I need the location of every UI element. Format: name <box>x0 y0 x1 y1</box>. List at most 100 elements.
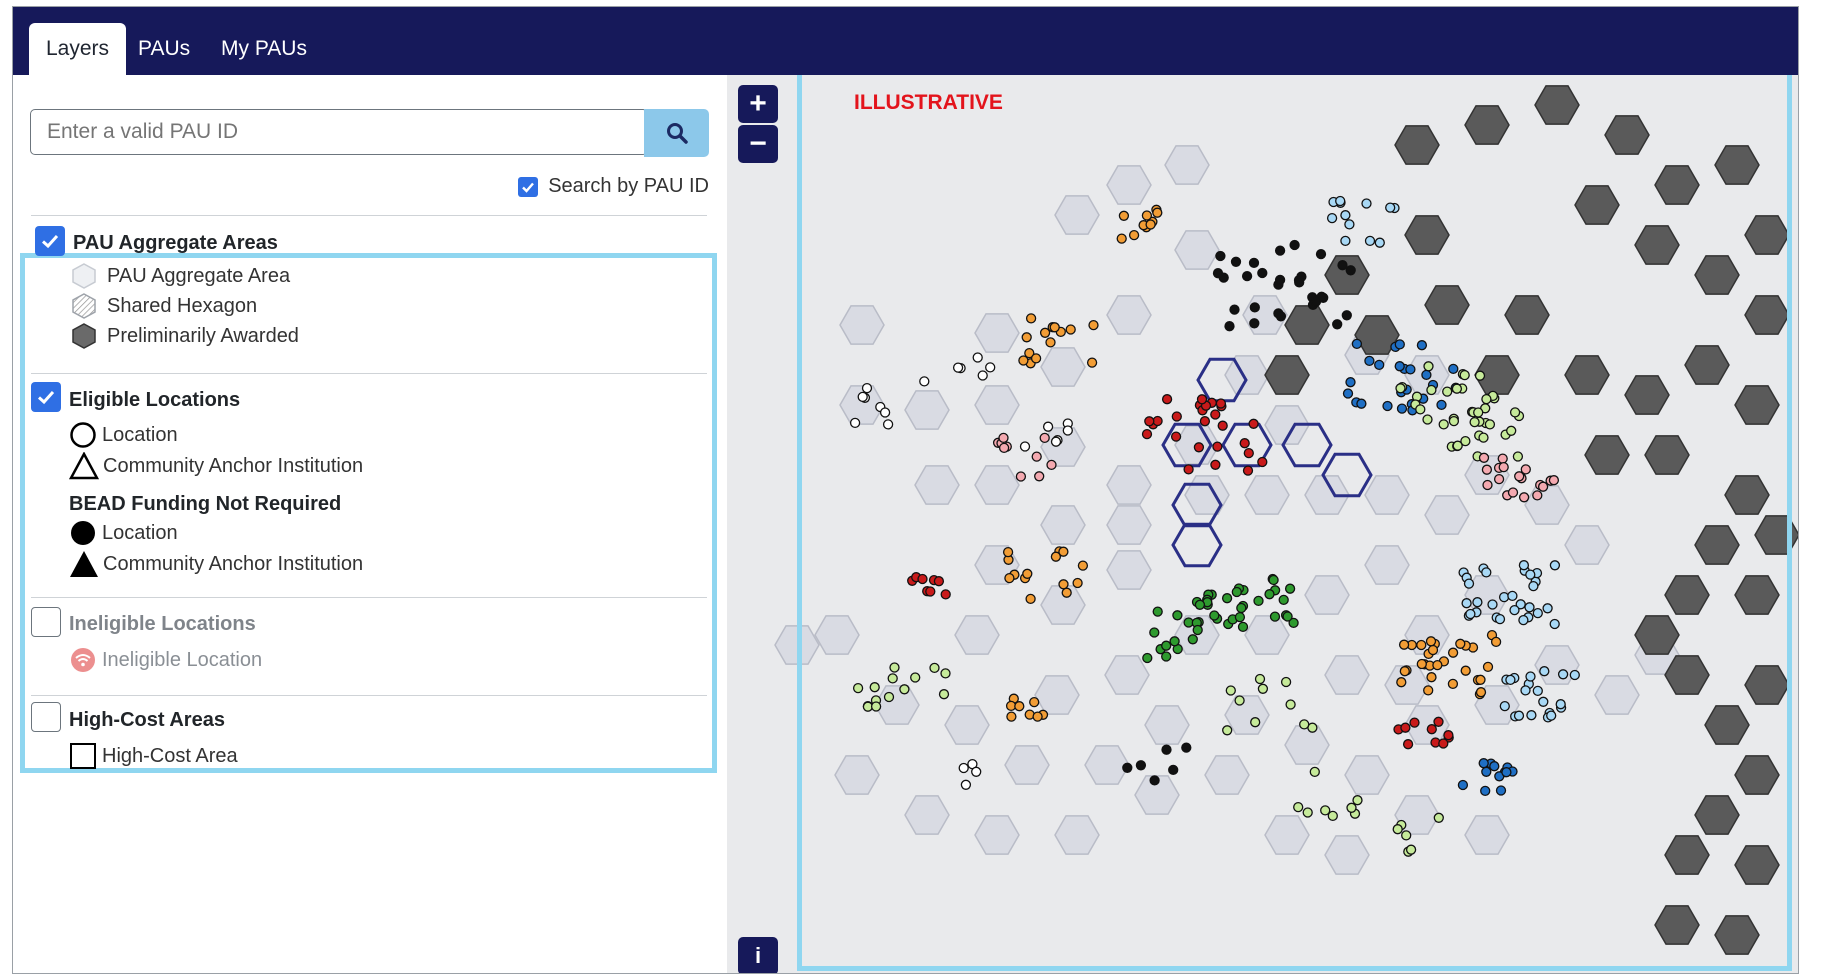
location-marker[interactable] <box>1269 611 1281 622</box>
location-marker[interactable] <box>1294 277 1305 288</box>
location-marker[interactable] <box>1569 669 1580 681</box>
location-marker[interactable] <box>1122 762 1133 773</box>
location-marker[interactable] <box>1145 219 1156 230</box>
hexagon-area[interactable] <box>1224 355 1270 395</box>
hexagon-area[interactable] <box>1084 745 1130 785</box>
location-marker[interactable] <box>1022 568 1033 579</box>
location-marker[interactable] <box>1448 363 1459 375</box>
hexagon-area[interactable] <box>1106 465 1152 505</box>
location-marker[interactable] <box>1451 383 1463 394</box>
location-marker[interactable] <box>1050 436 1062 447</box>
location-marker[interactable] <box>938 689 950 700</box>
location-marker[interactable] <box>849 417 861 429</box>
hexagon-awarded[interactable] <box>1714 915 1760 955</box>
location-marker[interactable] <box>1346 802 1357 813</box>
location-marker[interactable] <box>1475 687 1487 698</box>
location-marker[interactable] <box>1018 355 1029 366</box>
location-marker[interactable] <box>1293 801 1304 813</box>
location-marker[interactable] <box>1149 775 1160 786</box>
location-marker[interactable] <box>1478 758 1489 769</box>
location-marker[interactable] <box>1344 219 1355 230</box>
location-marker[interactable] <box>1481 567 1492 578</box>
location-marker[interactable] <box>1478 452 1490 463</box>
location-marker[interactable] <box>1168 764 1179 776</box>
location-marker[interactable] <box>1039 327 1051 338</box>
location-marker[interactable] <box>1395 383 1406 394</box>
hexagon-area[interactable] <box>1324 655 1370 695</box>
location-marker[interactable] <box>1474 370 1486 381</box>
location-marker[interactable] <box>1193 442 1205 453</box>
location-marker[interactable] <box>1480 785 1491 797</box>
location-marker[interactable] <box>1212 441 1223 452</box>
location-marker[interactable] <box>1528 580 1539 592</box>
location-marker[interactable] <box>1478 432 1489 443</box>
location-marker[interactable] <box>1557 669 1569 680</box>
location-marker[interactable] <box>1142 652 1153 664</box>
hexagon-awarded[interactable] <box>1394 125 1440 165</box>
hexagon-awarded[interactable] <box>1724 475 1770 515</box>
location-marker[interactable] <box>1248 257 1260 269</box>
location-marker[interactable] <box>1555 699 1566 710</box>
location-marker[interactable] <box>1416 639 1427 651</box>
location-marker[interactable] <box>1249 318 1260 329</box>
hexagon-area[interactable] <box>1364 475 1410 515</box>
location-marker[interactable] <box>1506 425 1517 436</box>
location-marker[interactable] <box>1518 492 1530 503</box>
location-marker[interactable] <box>1394 339 1405 350</box>
location-marker[interactable] <box>1310 296 1322 307</box>
location-marker[interactable] <box>960 779 972 790</box>
hexagon-awarded[interactable] <box>1604 115 1650 155</box>
location-marker[interactable] <box>1416 658 1427 670</box>
location-marker[interactable] <box>1525 569 1536 580</box>
hexagon-awarded[interactable] <box>1464 105 1510 145</box>
location-marker[interactable] <box>1546 710 1557 721</box>
hexagon-area[interactable] <box>1464 815 1510 855</box>
location-marker[interactable] <box>1518 560 1530 571</box>
location-marker[interactable] <box>1461 598 1472 609</box>
location-marker[interactable] <box>1268 574 1279 586</box>
location-marker[interactable] <box>1315 248 1327 260</box>
location-marker[interactable] <box>1299 719 1310 730</box>
location-marker[interactable] <box>1332 319 1343 330</box>
hexagon-area[interactable] <box>904 795 950 835</box>
location-marker[interactable] <box>1525 671 1536 682</box>
location-marker[interactable] <box>1426 724 1437 735</box>
location-marker[interactable] <box>852 682 864 694</box>
location-marker[interactable] <box>1236 602 1247 614</box>
hexagon-awarded[interactable] <box>1684 345 1730 385</box>
location-marker[interactable] <box>1498 591 1510 603</box>
tab-layers[interactable]: Layers <box>29 23 126 75</box>
location-marker[interactable] <box>1499 700 1510 712</box>
location-marker[interactable] <box>1088 319 1099 331</box>
hexagon-awarded[interactable] <box>1654 905 1700 945</box>
location-marker[interactable] <box>1335 195 1346 207</box>
hexagon-awarded[interactable] <box>1734 845 1780 885</box>
location-marker[interactable] <box>1230 256 1242 267</box>
hexagon-awarded[interactable] <box>1564 355 1610 395</box>
location-marker[interactable] <box>1364 235 1376 247</box>
hexagon-area[interactable] <box>834 755 880 795</box>
location-marker[interactable] <box>1505 674 1516 686</box>
location-marker[interactable] <box>1118 210 1130 221</box>
location-marker[interactable] <box>1221 593 1233 604</box>
location-marker[interactable] <box>1463 578 1475 589</box>
location-marker[interactable] <box>1402 739 1414 750</box>
hexagon-awarded[interactable] <box>1264 355 1310 395</box>
location-marker[interactable] <box>1427 644 1439 656</box>
location-marker[interactable] <box>940 668 951 679</box>
location-marker[interactable] <box>1549 560 1561 571</box>
hexagon-awarded[interactable] <box>1504 295 1550 335</box>
location-marker[interactable] <box>1433 716 1444 727</box>
location-marker[interactable] <box>1004 572 1015 584</box>
pau-aggregate-areas-checkbox[interactable] <box>35 226 65 256</box>
hexagon-area[interactable] <box>1174 230 1220 270</box>
location-marker[interactable] <box>1426 672 1437 683</box>
hexagon-awarded[interactable] <box>1584 435 1630 475</box>
hexagon-awarded[interactable] <box>1734 385 1780 425</box>
location-marker[interactable] <box>910 672 921 683</box>
location-marker[interactable] <box>1426 384 1437 396</box>
location-marker[interactable] <box>1421 369 1432 381</box>
hexagon-awarded[interactable] <box>1644 435 1690 475</box>
hexagon-area[interactable] <box>1524 485 1570 525</box>
hexagon-area[interactable] <box>1304 575 1350 615</box>
